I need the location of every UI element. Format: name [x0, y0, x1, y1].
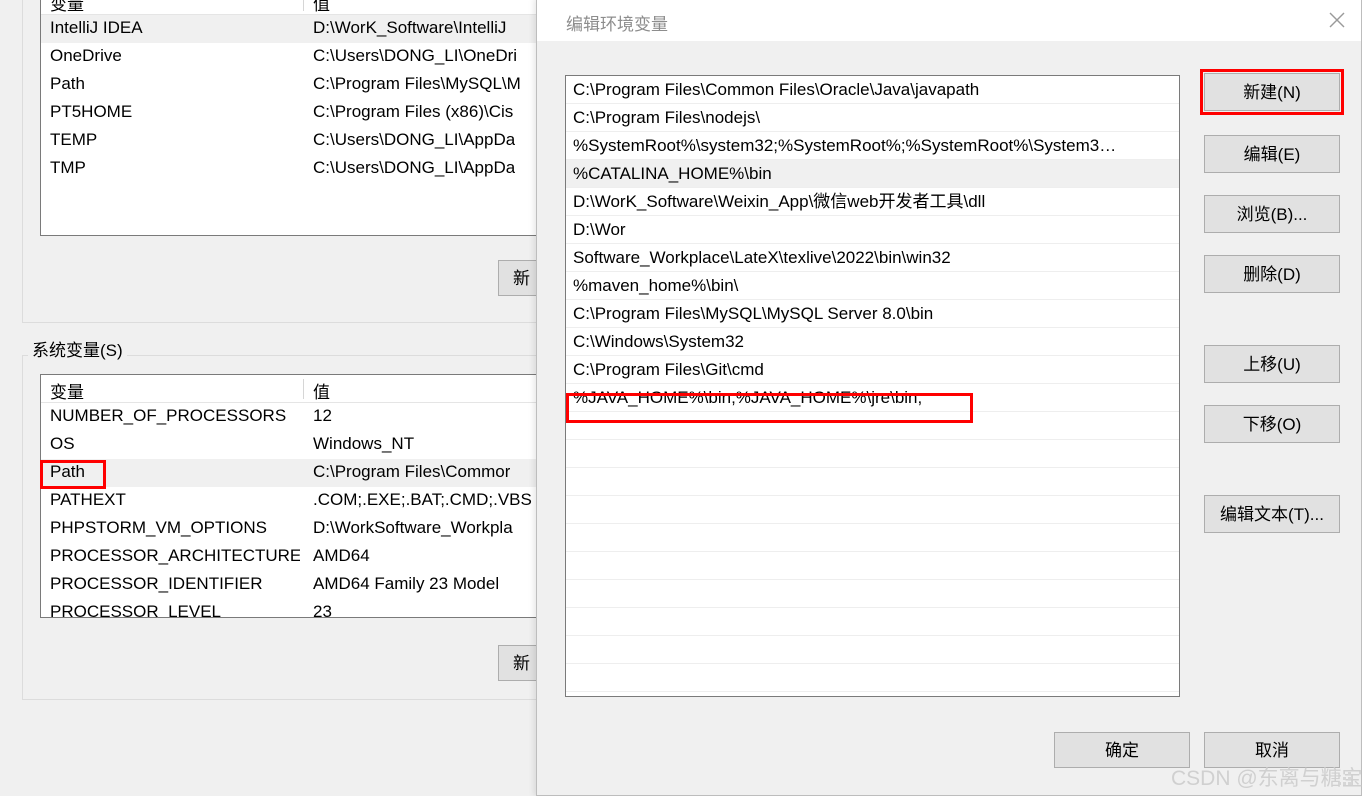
- move-up-button-label: 上移(U): [1243, 354, 1301, 374]
- variable-name-cell: Path: [50, 462, 85, 481]
- dialog-titlebar: 编辑环境变量: [537, 0, 1361, 41]
- edit-text-button-label: 编辑文本(T)...: [1220, 504, 1324, 524]
- variable-name-cell: OneDrive: [50, 46, 122, 65]
- path-entry-row[interactable]: D:\WorK_Software\Weixin_App\微信web开发者工具\d…: [566, 188, 1179, 216]
- variable-value-cell: D:\WorK_Software\IntelliJ: [313, 18, 507, 37]
- path-entries-listbox[interactable]: C:\Program Files\Common Files\Oracle\Jav…: [565, 75, 1180, 697]
- column-header-value: 值: [313, 0, 330, 14]
- variable-value-cell: AMD64 Family 23 Model: [313, 574, 500, 593]
- csdn-watermark: CSDN @东离与糖宝: [1171, 767, 1362, 790]
- variable-value-cell: Windows_NT: [313, 434, 415, 453]
- dialog-title: 编辑环境变量: [566, 15, 668, 34]
- user-variables-new-label: 新: [513, 268, 530, 288]
- variable-name-cell: IntelliJ IDEA: [50, 18, 143, 37]
- edit-button[interactable]: 编辑(E): [1204, 135, 1340, 173]
- browse-button-label: 浏览(B)...: [1236, 204, 1308, 224]
- column-header-variable: 变量: [50, 383, 84, 402]
- variable-value-cell: C:\Users\DONG_LI\OneDri: [313, 46, 518, 65]
- browse-button[interactable]: 浏览(B)...: [1204, 195, 1340, 233]
- variable-value-cell: C:\Program Files (x86)\Cis: [313, 102, 514, 121]
- variable-value-cell: .COM;.EXE;.BAT;.CMD;.VBS: [313, 490, 532, 509]
- column-header-value: 值: [313, 383, 330, 402]
- close-icon[interactable]: [1313, 0, 1361, 41]
- variable-name-cell: OS: [50, 434, 75, 453]
- path-entry-row[interactable]: [566, 524, 1179, 552]
- variable-name-cell: PROCESSOR_IDENTIFIER: [50, 574, 263, 593]
- variable-name-cell: NUMBER_OF_PROCESSORS: [50, 406, 287, 425]
- cancel-button-label: 取消: [1255, 740, 1289, 760]
- path-entry-row[interactable]: [566, 580, 1179, 608]
- path-entry-row[interactable]: D:\Wor: [566, 216, 1179, 244]
- variable-name-cell: PHPSTORM_VM_OPTIONS: [50, 518, 267, 537]
- path-entry-row[interactable]: C:\Program Files\nodejs\: [566, 104, 1179, 132]
- path-entry-row[interactable]: [566, 412, 1179, 440]
- path-entry-row[interactable]: [566, 636, 1179, 664]
- variable-name-cell: PROCESSOR_ARCHITECTURE: [50, 546, 300, 565]
- path-entry-row[interactable]: [566, 496, 1179, 524]
- move-down-button-label: 下移(O): [1242, 414, 1302, 434]
- ok-button-label: 确定: [1105, 740, 1139, 760]
- path-entry-row[interactable]: C:\Program Files\Common Files\Oracle\Jav…: [566, 76, 1179, 104]
- path-entry-row[interactable]: %SystemRoot%\system32;%SystemRoot%;%Syst…: [566, 132, 1179, 160]
- path-entry-row[interactable]: [566, 440, 1179, 468]
- path-entry-row[interactable]: %JAVA_HOME%\bin;%JAVA_HOME%\jre\bin;: [566, 384, 1179, 412]
- delete-button-label: 删除(D): [1243, 264, 1301, 284]
- variable-value-cell: C:\Users\DONG_LI\AppDa: [313, 158, 516, 177]
- edit-button-label: 编辑(E): [1243, 144, 1301, 164]
- watermark-dots: [1338, 772, 1352, 788]
- path-entry-row[interactable]: %maven_home%\bin\: [566, 272, 1179, 300]
- new-button[interactable]: 新建(N): [1204, 73, 1340, 111]
- ok-button[interactable]: 确定: [1054, 732, 1190, 768]
- path-entry-row[interactable]: [566, 552, 1179, 580]
- variable-value-cell: C:\Program Files\Commor: [313, 462, 511, 481]
- edit-environment-variable-dialog: 编辑环境变量 C:\Program Files\Common Files\Ora…: [536, 0, 1362, 796]
- path-entry-row[interactable]: [566, 608, 1179, 636]
- column-divider: [303, 379, 304, 399]
- variable-name-cell: PT5HOME: [50, 102, 133, 121]
- variable-name-cell: TMP: [50, 158, 86, 177]
- system-variables-new-label: 新: [513, 653, 530, 673]
- path-entry-row[interactable]: C:\Program Files\Git\cmd: [566, 356, 1179, 384]
- path-entry-row[interactable]: C:\Windows\System32: [566, 328, 1179, 356]
- column-header-variable: 变量: [50, 0, 84, 14]
- variable-value-cell: 23: [313, 602, 332, 618]
- variable-name-cell: Path: [50, 74, 85, 93]
- variable-value-cell: AMD64: [313, 546, 370, 565]
- edit-text-button[interactable]: 编辑文本(T)...: [1204, 495, 1340, 533]
- variable-value-cell: 12: [313, 406, 332, 425]
- variable-name-cell: TEMP: [50, 130, 98, 149]
- variable-value-cell: C:\Users\DONG_LI\AppDa: [313, 130, 516, 149]
- path-entry-row[interactable]: C:\Program Files\MySQL\MySQL Server 8.0\…: [566, 300, 1179, 328]
- delete-button[interactable]: 删除(D): [1204, 255, 1340, 293]
- move-up-button[interactable]: 上移(U): [1204, 345, 1340, 383]
- path-entry-row[interactable]: [566, 468, 1179, 496]
- variable-name-cell: PROCESSOR_LEVEL: [50, 602, 222, 618]
- system-variables-legend: 系统变量(S): [28, 336, 127, 361]
- column-divider: [303, 0, 304, 11]
- path-entry-row[interactable]: [566, 664, 1179, 692]
- screen: 变量 值 IntelliJ IDEA D:\WorK_Software\Intel…: [0, 0, 1362, 796]
- new-button-label: 新建(N): [1243, 82, 1301, 102]
- variable-value-cell: C:\Program Files\MySQL\M: [313, 74, 521, 93]
- path-entry-row[interactable]: Software_Workplace\LateX\texlive\2022\bi…: [566, 244, 1179, 272]
- move-down-button[interactable]: 下移(O): [1204, 405, 1340, 443]
- variable-value-cell: D:\WorkSoftware_Workpla: [313, 518, 513, 537]
- path-entry-row[interactable]: %CATALINA_HOME%\bin: [566, 160, 1179, 188]
- variable-name-cell: PATHEXT: [50, 490, 126, 509]
